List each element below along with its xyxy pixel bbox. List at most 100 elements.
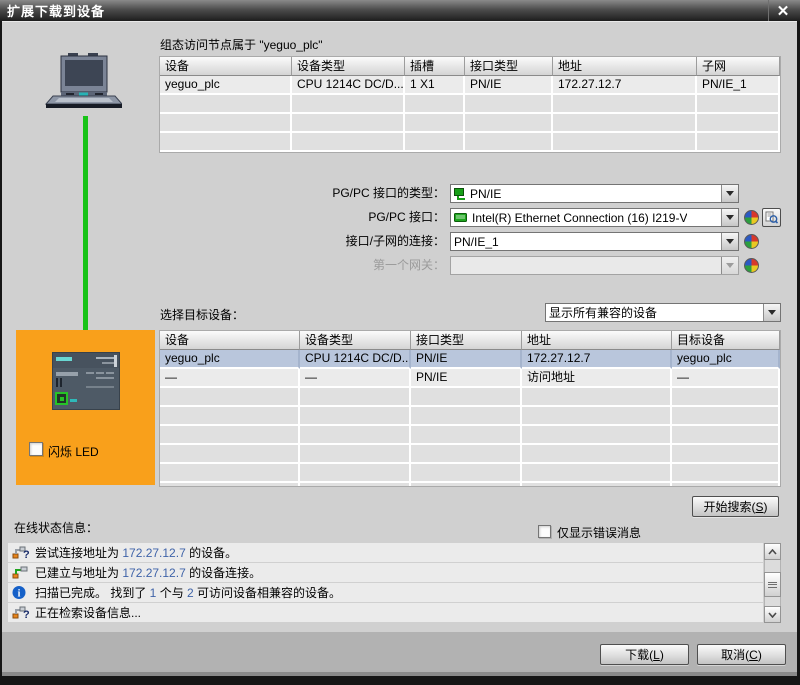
column-header[interactable]: 地址 xyxy=(522,331,672,350)
device-filter-value: 显示所有兼容的设备 xyxy=(549,306,658,320)
table-empty-row xyxy=(160,407,780,426)
table-cell: PN/IE_1 xyxy=(697,76,780,95)
table-empty-row xyxy=(160,133,780,152)
svg-text:?: ? xyxy=(23,609,29,620)
table-cell xyxy=(411,388,522,407)
pnie-plug-icon xyxy=(454,187,465,200)
table-cell xyxy=(553,95,697,114)
info-icon: i xyxy=(12,585,29,600)
table-cell xyxy=(292,114,405,133)
table-cell: — xyxy=(160,369,300,388)
table-cell xyxy=(672,388,780,407)
status-message-text: 正在检索设备信息... xyxy=(35,606,142,620)
column-header[interactable]: 目标设备 xyxy=(672,331,780,350)
table-header-row: 设备 设备类型 插槽 接口类型 地址 子网 xyxy=(160,57,780,76)
column-header[interactable]: 接口类型 xyxy=(411,331,522,350)
table-cell xyxy=(553,114,697,133)
table-empty-row xyxy=(160,388,780,407)
table-cell xyxy=(672,483,780,486)
titlebar[interactable]: 扩展下载到设备 ✕ xyxy=(0,0,800,21)
dropdown-arrow-icon[interactable] xyxy=(763,304,780,321)
column-header[interactable]: 插槽 xyxy=(405,57,465,76)
only-errors-label: 仅显示错误消息 xyxy=(557,526,642,540)
device-filter-select[interactable]: 显示所有兼容的设备 xyxy=(545,303,781,322)
select-target-label: 选择目标设备： xyxy=(160,308,245,322)
scroll-up-button[interactable] xyxy=(764,543,781,560)
table-cell xyxy=(522,483,672,486)
pgpc-type-select[interactable]: PN/IE xyxy=(450,184,739,203)
dropdown-arrow-icon xyxy=(721,257,738,274)
configured-nodes-table: 设备 设备类型 插槽 接口类型 地址 子网 yeguo_plc CPU 1214C DC/D.… xyxy=(159,56,781,153)
chevron-up-icon xyxy=(768,548,777,555)
download-button[interactable]: 下载(L) xyxy=(600,644,689,665)
table-cell xyxy=(160,114,292,133)
globe-icon xyxy=(744,234,759,249)
network-card-icon xyxy=(454,213,467,222)
table-cell xyxy=(672,407,780,426)
column-header[interactable]: 设备类型 xyxy=(292,57,405,76)
table-cell xyxy=(300,388,411,407)
table-cell xyxy=(411,407,522,426)
pgpc-interface-select[interactable]: Intel(R) Ethernet Connection (16) I219-V xyxy=(450,208,739,227)
flash-led-checkbox[interactable] xyxy=(29,442,43,456)
pgpc-interface-value: Intel(R) Ethernet Connection (16) I219-V xyxy=(472,210,688,225)
table-cell xyxy=(522,445,672,464)
ethernet-cable xyxy=(83,116,88,357)
globe-icon xyxy=(744,258,759,273)
table-cell xyxy=(672,445,780,464)
table-cell xyxy=(465,133,553,152)
connect-attempt-icon: ? xyxy=(12,605,30,621)
table-cell xyxy=(465,95,553,114)
column-header[interactable]: 设备 xyxy=(160,57,292,76)
target-devices-table: 设备 设备类型 接口类型 地址 目标设备 yeguo_plc CPU 1214C DC/D.… xyxy=(159,330,781,487)
only-errors-checkbox[interactable] xyxy=(538,525,551,538)
table-cell xyxy=(405,133,465,152)
table-header-row: 设备 设备类型 接口类型 地址 目标设备 xyxy=(160,331,780,350)
table-cell xyxy=(697,133,780,152)
detect-interface-button[interactable] xyxy=(762,208,781,227)
table-cell xyxy=(160,426,300,445)
globe-icon xyxy=(744,210,759,225)
scroll-down-button[interactable] xyxy=(764,606,781,623)
close-button[interactable]: ✕ xyxy=(768,0,797,21)
table-cell xyxy=(697,114,780,133)
start-search-button[interactable]: 开始搜索(S) xyxy=(692,496,779,517)
table-empty-row xyxy=(160,95,780,114)
table-cell xyxy=(672,464,780,483)
table-cell xyxy=(300,483,411,486)
table-cell: yeguo_plc xyxy=(160,76,292,95)
window-frame-edge xyxy=(2,672,797,676)
table-row[interactable]: — — PN/IE 访问地址 — xyxy=(160,369,780,388)
table-cell: yeguo_plc xyxy=(672,350,780,369)
table-cell xyxy=(160,445,300,464)
column-header[interactable]: 接口类型 xyxy=(465,57,553,76)
table-cell xyxy=(411,483,522,486)
table-cell xyxy=(522,426,672,445)
status-message-text: 尝试连接地址为 172.27.12.7 的设备。 xyxy=(35,546,238,560)
table-empty-row xyxy=(160,464,780,483)
dropdown-arrow-icon[interactable] xyxy=(721,209,738,226)
column-header[interactable]: 子网 xyxy=(697,57,780,76)
table-cell: CPU 1214C DC/D... xyxy=(292,76,405,95)
table-cell: — xyxy=(672,369,780,388)
cancel-button[interactable]: 取消(C) xyxy=(697,644,786,665)
table-cell xyxy=(411,464,522,483)
table-row[interactable]: yeguo_plc CPU 1214C DC/D... PN/IE 172.27.12… xyxy=(160,350,780,369)
subnet-connection-select[interactable]: PN/IE_1 xyxy=(450,232,739,251)
dropdown-arrow-icon[interactable] xyxy=(721,233,738,250)
subnet-connection-value: PN/IE_1 xyxy=(454,234,499,249)
column-header[interactable]: 地址 xyxy=(553,57,697,76)
table-row[interactable]: yeguo_plc CPU 1214C DC/D... 1 X1 PN/IE 172.2… xyxy=(160,76,780,95)
status-message: ? 正在检索设备信息... xyxy=(8,603,763,622)
extended-download-dialog: 扩展下载到设备 ✕ 闪烁 LED 组态访问节点属于 "yeguo_plc" 设备… xyxy=(0,0,800,685)
column-header[interactable]: 设备类型 xyxy=(300,331,411,350)
dropdown-arrow-icon[interactable] xyxy=(721,185,738,202)
table-cell: PN/IE xyxy=(465,76,553,95)
table-cell: 172.27.12.7 xyxy=(553,76,697,95)
svg-text:i: i xyxy=(18,589,21,600)
online-status-label: 在线状态信息： xyxy=(14,521,99,535)
scrollbar-thumb[interactable] xyxy=(764,572,781,597)
column-header[interactable]: 设备 xyxy=(160,331,300,350)
connect-established-icon xyxy=(12,565,29,580)
table-cell xyxy=(160,133,292,152)
